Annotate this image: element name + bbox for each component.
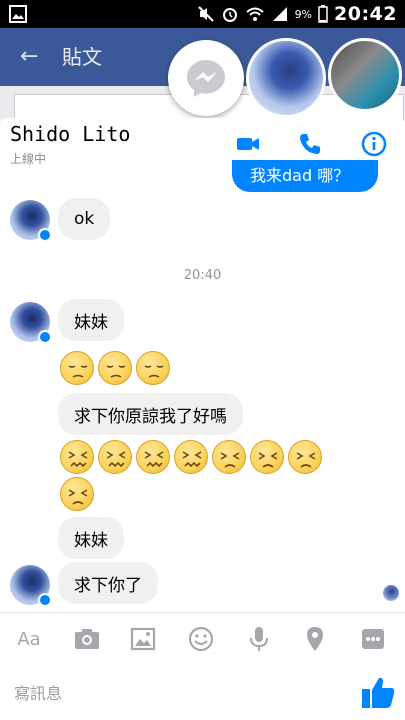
message-bubble[interactable]: 妹妹 (58, 299, 124, 341)
persevere-emoji-icon (60, 477, 94, 511)
battery-percent: 9% (294, 7, 313, 21)
contact-avatar[interactable] (10, 565, 52, 607)
location-icon[interactable] (300, 624, 330, 654)
microphone-icon[interactable] (244, 624, 274, 654)
messenger-badge-icon (38, 330, 52, 344)
message-bubble[interactable]: 求下你原諒我了好嗎 (58, 393, 243, 435)
gallery-notification-icon (9, 5, 27, 23)
confounded-emoji-icon (136, 440, 170, 474)
video-call-icon[interactable] (234, 130, 262, 158)
pensive-emoji-icon (60, 351, 94, 385)
messenger-badge-icon (38, 593, 52, 607)
confounded-emoji-icon (98, 440, 132, 474)
message-text: 求下你原諒我了好嗎 (74, 406, 227, 427)
alarm-icon (222, 8, 237, 22)
contact-avatar[interactable] (10, 200, 52, 242)
status-bar: 9% 20:42 (0, 0, 405, 28)
signal-icon (272, 7, 287, 21)
info-icon[interactable] (360, 130, 388, 158)
pensive-emoji-icon (136, 351, 170, 385)
camera-icon[interactable] (72, 624, 102, 654)
message-text: 妹妹 (74, 530, 108, 551)
contact-avatar[interactable] (10, 302, 52, 344)
contact-name[interactable]: Shido Lito (10, 122, 130, 146)
message-bubble[interactable]: 求下你了 (58, 562, 158, 604)
message-text: ok (74, 209, 95, 229)
my-message-bubble-partial[interactable]: 我来dad 哪？ (232, 160, 378, 192)
background-app-title: 貼文 (62, 45, 102, 69)
message-input[interactable] (14, 676, 334, 710)
text-format-button[interactable]: Aa (14, 624, 44, 654)
persevere-emoji-icon (212, 440, 246, 474)
persevere-emoji-icon (288, 440, 322, 474)
pensive-emoji-icon (98, 351, 132, 385)
confounded-emoji-icon (174, 440, 208, 474)
mute-icon (197, 6, 214, 22)
wifi-icon (245, 7, 264, 21)
contact-chat-head-shido[interactable] (246, 38, 326, 118)
my-message-text: 我来dad 哪？ (250, 166, 350, 185)
like-thumbs-up-icon[interactable] (358, 672, 398, 712)
screen: 9% 20:42 ← 貼文 Shido Lito 上線中 我来dad 哪？ ok… (0, 0, 405, 720)
messenger-badge-icon (38, 228, 52, 242)
battery-icon (318, 5, 328, 23)
confounded-emoji-icon (60, 440, 94, 474)
seen-receipt-avatar (383, 585, 399, 601)
message-timestamp: 20:40 (183, 268, 222, 283)
messenger-icon (187, 60, 225, 97)
message-bubble[interactable]: ok (58, 198, 111, 240)
more-options-icon[interactable] (358, 624, 388, 654)
messenger-chat-head[interactable] (168, 40, 244, 116)
status-icons: 9% 20:42 (197, 0, 397, 28)
message-text: 妹妹 (74, 312, 108, 333)
contact-chat-head-2[interactable] (328, 38, 402, 112)
sticker-icon[interactable] (186, 624, 216, 654)
phone-call-icon[interactable] (296, 130, 324, 158)
persevere-emoji-icon (250, 440, 284, 474)
message-bubble[interactable]: 妹妹 (58, 517, 124, 559)
back-arrow-icon[interactable]: ← (20, 44, 38, 69)
presence-status: 上線中 (10, 152, 47, 166)
clock: 20:42 (334, 3, 397, 25)
message-text: 求下你了 (74, 575, 142, 596)
gallery-icon[interactable] (128, 624, 158, 654)
